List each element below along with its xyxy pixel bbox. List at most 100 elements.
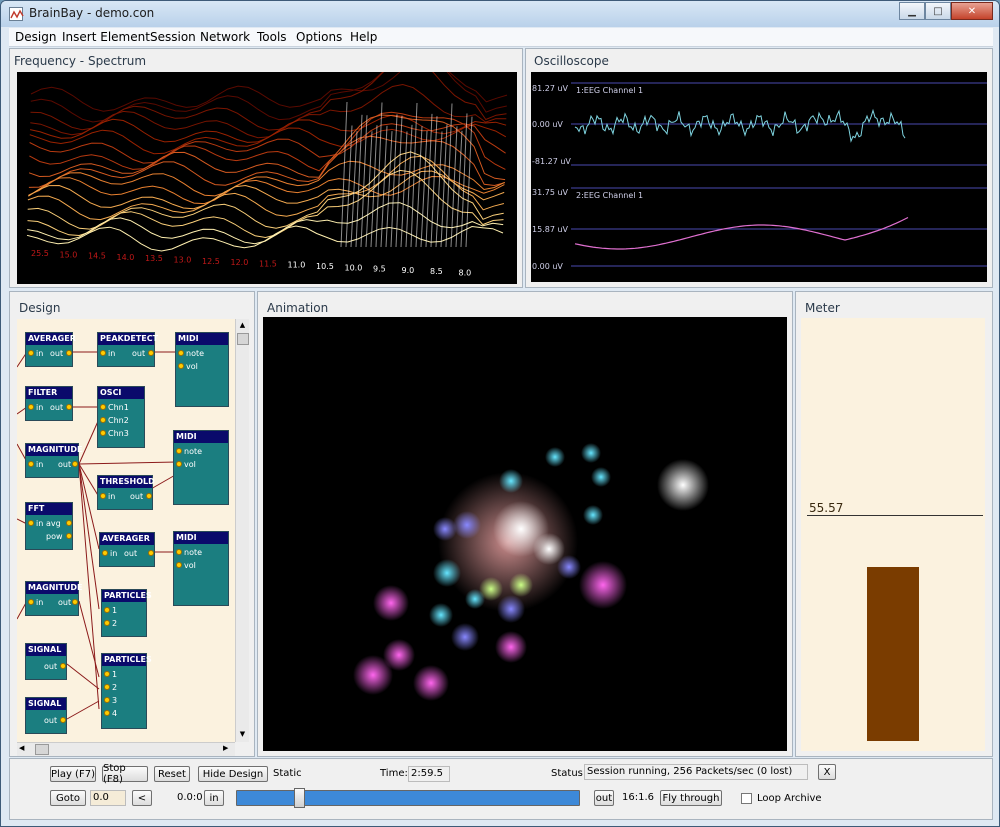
status-close-button[interactable]: X: [818, 764, 836, 780]
menu-insert-element[interactable]: Insert Element: [62, 30, 150, 44]
goto-button[interactable]: Goto: [50, 790, 86, 806]
node-magnitude-1[interactable]: MAGNITUDE in out: [25, 443, 82, 478]
spectrum-freq-label: 11.0: [288, 261, 306, 270]
out-button[interactable]: out: [594, 790, 614, 806]
node-averager-2[interactable]: AVERAGER in out: [99, 532, 155, 567]
fly-through-button[interactable]: Fly through: [660, 790, 722, 806]
spectrum-line: [29, 114, 507, 143]
port-dot[interactable]: [72, 461, 78, 467]
port-dot[interactable]: [148, 350, 154, 356]
port-dot[interactable]: [60, 717, 66, 723]
port-dot[interactable]: [66, 350, 72, 356]
node-filter[interactable]: FILTER in out: [25, 386, 73, 421]
node-averager-1[interactable]: AVERAGER in out: [25, 332, 76, 367]
playback-slider[interactable]: [236, 788, 580, 808]
port-dot[interactable]: [104, 620, 110, 626]
port-dot[interactable]: [102, 550, 108, 556]
in-button[interactable]: in: [204, 790, 224, 806]
port-dot[interactable]: [60, 663, 66, 669]
port-dot[interactable]: [28, 599, 34, 605]
node-peakdetect[interactable]: PEAKDETECT in out: [97, 332, 159, 367]
node-peakdetect-title: PEAKDETECT: [98, 333, 159, 345]
port-label: 1: [112, 670, 118, 679]
port-label: 2: [112, 619, 118, 628]
loop-archive-checkbox[interactable]: [741, 793, 752, 804]
scroll-right-icon[interactable]: ▶: [223, 744, 233, 755]
node-magnitude-2-title: MAGNITUDE: [26, 582, 83, 594]
minimize-button[interactable]: ▁: [899, 2, 925, 20]
node-signal-2[interactable]: SIGNAL out: [25, 697, 67, 734]
scroll-left-icon[interactable]: ◀: [19, 744, 29, 755]
port-dot[interactable]: [146, 493, 152, 499]
control-bar: Play (F7) Stop (F8) Reset Hide Design St…: [9, 758, 993, 820]
node-osci[interactable]: OSCI Chn1 Chn2 Chn3: [97, 386, 145, 448]
menu-design[interactable]: Design: [15, 30, 56, 44]
port-dot[interactable]: [100, 350, 106, 356]
node-magnitude-2[interactable]: MAGNITUDE in out: [25, 581, 83, 616]
port-dot[interactable]: [104, 684, 110, 690]
menu-options[interactable]: Options: [296, 30, 342, 44]
scroll-down-icon[interactable]: ▼: [237, 730, 248, 740]
close-button[interactable]: ✕: [951, 2, 993, 20]
port-dot[interactable]: [178, 350, 184, 356]
reset-button[interactable]: Reset: [154, 766, 190, 782]
port-dot[interactable]: [28, 461, 34, 467]
port-dot[interactable]: [104, 710, 110, 716]
design-canvas[interactable]: AVERAGER in out PEAKDETECT in out MIDI n…: [17, 319, 235, 742]
port-dot[interactable]: [100, 404, 106, 410]
node-midi-1[interactable]: MIDI note vol: [175, 332, 229, 407]
node-midi-3[interactable]: MIDI note vol: [173, 531, 229, 606]
port-dot[interactable]: [148, 550, 154, 556]
scroll-thumb[interactable]: [237, 333, 249, 345]
port-dot[interactable]: [66, 520, 72, 526]
node-particles-2[interactable]: PARTICLES 1 2 3 4: [101, 653, 152, 729]
port-dot[interactable]: [72, 599, 78, 605]
stop-button[interactable]: Stop (F8): [102, 763, 148, 785]
port-dot[interactable]: [176, 549, 182, 555]
port-dot[interactable]: [100, 417, 106, 423]
scroll-up-icon[interactable]: ▲: [237, 321, 248, 331]
menu-session[interactable]: Session: [150, 30, 196, 44]
mode-label: Static: [273, 768, 302, 779]
port-dot[interactable]: [28, 520, 34, 526]
menu-tools[interactable]: Tools: [257, 30, 287, 44]
window-title: BrainBay - demo.con: [29, 6, 155, 20]
scroll-thumb-horizontal[interactable]: [35, 744, 49, 755]
play-button[interactable]: Play (F7): [50, 766, 96, 782]
hide-design-button[interactable]: Hide Design: [198, 766, 268, 782]
position-end: 16:1.6: [622, 792, 654, 803]
design-vertical-scrollbar[interactable]: ▲ ▼: [235, 319, 249, 742]
slider-thumb[interactable]: [294, 788, 305, 808]
oscilloscope-canvas: 1:EEG Channel 1 81.27 uV 0.00 uV -81.27 …: [531, 72, 987, 282]
port-label: out: [58, 460, 72, 469]
design-horizontal-scrollbar[interactable]: ◀ ▶: [17, 742, 235, 756]
port-dot[interactable]: [104, 671, 110, 677]
port-dot[interactable]: [176, 448, 182, 454]
spectrum-panel-title: Frequency - Spectrum: [14, 54, 147, 68]
menu-help[interactable]: Help: [350, 30, 377, 44]
port-dot[interactable]: [178, 363, 184, 369]
ch2-name: 2:EEG Channel 1: [576, 191, 644, 200]
port-dot[interactable]: [176, 562, 182, 568]
port-dot[interactable]: [100, 493, 106, 499]
spectrum-peak-line: [450, 126, 458, 248]
node-threshold[interactable]: THRESHOLD in out: [97, 475, 155, 510]
port-dot[interactable]: [28, 350, 34, 356]
node-signal-1[interactable]: SIGNAL out: [25, 643, 67, 680]
app-window: BrainBay - demo.con ▁ □ ✕ Design Insert …: [0, 0, 1000, 827]
maximize-button[interactable]: □: [925, 2, 951, 20]
node-fft[interactable]: FFT in avg pow: [25, 502, 73, 550]
port-dot[interactable]: [100, 430, 106, 436]
port-dot[interactable]: [176, 461, 182, 467]
port-dot[interactable]: [104, 697, 110, 703]
port-dot[interactable]: [66, 533, 72, 539]
port-dot[interactable]: [28, 404, 34, 410]
spectrum-3d-plot: 25.5 15.0 14.5 14.0 13.5 13.0 12.5 12.0 11.5 11.0…: [26, 47, 508, 278]
goto-input[interactable]: 0.0: [90, 790, 126, 806]
prev-button[interactable]: <: [132, 790, 152, 806]
port-dot[interactable]: [66, 404, 72, 410]
node-midi-2[interactable]: MIDI note vol: [173, 430, 229, 505]
port-dot[interactable]: [104, 607, 110, 613]
node-particles-1[interactable]: PARTICLES 1 2: [101, 589, 152, 637]
menu-network[interactable]: Network: [200, 30, 250, 44]
